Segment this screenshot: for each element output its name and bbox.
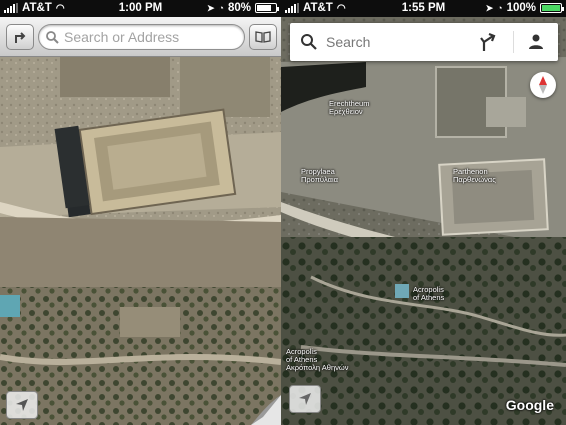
directions-button[interactable] [480, 32, 498, 57]
status-bar: AT&T ◠ 1:55 PM ➤ ◔ 100% [281, 0, 566, 17]
search-icon [301, 34, 317, 50]
alarm-icon: ◔ [218, 3, 224, 13]
current-location-button[interactable] [6, 391, 38, 419]
map-label-propylaea[interactable]: Propylaea Προπύλαια [301, 168, 338, 184]
account-button[interactable] [528, 33, 544, 54]
alarm-icon: ◔ [497, 3, 503, 13]
right-phone-screen: AT&T ◠ 1:55 PM ➤ ◔ 100% Erechtheum Ερέχθ… [281, 0, 566, 425]
person-icon [529, 34, 543, 49]
search-placeholder[interactable]: Search [326, 34, 370, 50]
search-input[interactable] [64, 29, 234, 45]
location-arrow-icon: ➤ [485, 2, 494, 13]
battery-percent: 100% [506, 2, 536, 14]
battery-icon [255, 3, 279, 13]
left-phone-screen: AT&T ◠ 1:00 PM ➤ ◔ 80% [0, 0, 281, 425]
page-curl-icon[interactable] [251, 395, 281, 425]
directions-icon [480, 32, 496, 51]
location-arrow-icon [16, 399, 28, 411]
current-location-button[interactable] [289, 385, 321, 413]
directions-button[interactable] [6, 24, 34, 50]
satellite-map[interactable] [0, 57, 281, 425]
map-label-erechtheum[interactable]: Erechtheum Ερέχθειον [329, 100, 369, 116]
battery-icon [540, 3, 564, 13]
divider [513, 31, 514, 53]
compass-icon [539, 76, 547, 94]
battery-percent: 80% [227, 2, 251, 14]
book-icon [255, 31, 271, 43]
search-bar[interactable]: Search [290, 23, 558, 61]
map-label-parthenon[interactable]: Parthenon Παρθενώνας [453, 168, 496, 184]
search-icon [46, 31, 59, 44]
map-label-acropolis[interactable]: Acropolis of Athens [413, 286, 444, 302]
location-arrow-icon [299, 393, 311, 405]
bookmarks-button[interactable] [249, 24, 277, 50]
search-toolbar [0, 17, 281, 57]
satellite-imagery [0, 57, 281, 425]
turn-arrow-icon [15, 32, 26, 43]
search-field[interactable] [38, 24, 245, 50]
google-logo: Google [505, 397, 554, 413]
status-bar: AT&T ◠ 1:00 PM ➤ ◔ 80% [0, 0, 281, 17]
location-arrow-icon: ➤ [206, 2, 215, 13]
map-label-acropolis-bottom[interactable]: Acropolis of Athens Ακρόπολη Αθηνών [286, 348, 348, 372]
compass-button[interactable] [530, 72, 556, 98]
